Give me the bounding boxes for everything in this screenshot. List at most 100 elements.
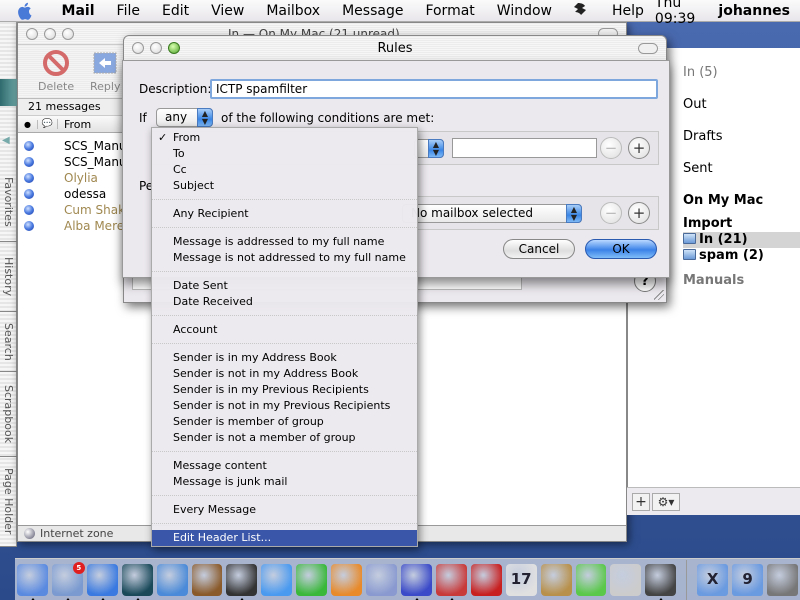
- mailbox-inbox[interactable]: In (5): [683, 65, 718, 80]
- side-tab-history[interactable]: History: [0, 242, 17, 312]
- menu-item[interactable]: ✓ From: [152, 130, 417, 146]
- close-button[interactable]: [26, 27, 38, 40]
- column-replied[interactable]: 💬: [38, 119, 58, 129]
- toolbar-toggle-button[interactable]: [638, 43, 658, 54]
- menu-item-label: Any Recipient: [173, 207, 249, 220]
- dock-ical-icon[interactable]: 17: [505, 563, 537, 596]
- menu-mailbox[interactable]: Mailbox: [255, 3, 331, 19]
- menu-item[interactable]: Message content: [152, 458, 417, 474]
- dock-powerpoint-icon[interactable]: [331, 563, 363, 596]
- ok-button[interactable]: OK: [585, 239, 657, 259]
- dock-bbedit-icon[interactable]: [400, 563, 432, 600]
- delete-button[interactable]: Delete: [38, 49, 74, 93]
- menu-item-label: Date Sent: [173, 279, 228, 292]
- mailbox-drafts[interactable]: Drafts: [683, 129, 723, 144]
- dock-address-book-icon[interactable]: [540, 563, 572, 596]
- mailbox-spam[interactable]: spam (2): [683, 248, 764, 263]
- menu-item[interactable]: Sender is not in my Address Book: [152, 366, 417, 382]
- dock-applications-x-icon[interactable]: X: [697, 563, 729, 596]
- zoom-button[interactable]: [62, 27, 74, 40]
- dock-terminal-icon[interactable]: [226, 563, 258, 600]
- resize-grip-icon[interactable]: [654, 290, 664, 300]
- dock-os9-folder-icon[interactable]: 9: [732, 563, 763, 596]
- menu-item[interactable]: Date Received: [152, 294, 417, 310]
- menu-app-mail[interactable]: Mail: [51, 3, 106, 19]
- add-mailbox-button[interactable]: +: [632, 493, 650, 511]
- menu-item[interactable]: Sender is in my Address Book: [152, 350, 417, 366]
- dock-printer-icon[interactable]: [645, 563, 677, 600]
- menu-message[interactable]: Message: [331, 3, 414, 19]
- menu-clock[interactable]: Thu 09:39: [655, 0, 719, 27]
- mailbox-manuals[interactable]: Manuals: [683, 273, 744, 288]
- menu-item[interactable]: Message is junk mail: [152, 474, 417, 490]
- dock-netscape-icon[interactable]: [121, 563, 153, 600]
- menu-user[interactable]: johannes: [718, 3, 800, 19]
- mailbox-popup[interactable]: No mailbox selected ▲ ▼: [402, 204, 582, 223]
- menu-item[interactable]: Message is not addressed to my full name: [152, 250, 417, 266]
- rules-window-titlebar[interactable]: Rules: [124, 36, 666, 60]
- side-tab-scrapbook[interactable]: Scrapbook: [0, 372, 17, 457]
- column-unread[interactable]: ●: [18, 119, 38, 129]
- dock-excel-icon[interactable]: [296, 563, 328, 596]
- condition-operator-popup[interactable]: ▲ ▼: [414, 139, 444, 158]
- menu-item[interactable]: Sender is member of group: [152, 414, 417, 430]
- dock-safari-icon[interactable]: [156, 563, 188, 596]
- add-condition-button[interactable]: +: [628, 137, 650, 159]
- dock-adobe-reader-icon[interactable]: [470, 563, 502, 596]
- menu-item-label: Sender is not in my Address Book: [173, 367, 359, 380]
- menu-item[interactable]: Subject: [152, 178, 417, 194]
- script-menu-icon[interactable]: [563, 1, 601, 21]
- dock-finder-icon[interactable]: [17, 563, 48, 600]
- remove-condition-button[interactable]: −: [600, 137, 622, 159]
- column-from[interactable]: From: [58, 118, 91, 131]
- condition-value-input[interactable]: [452, 138, 597, 158]
- match-any-popup[interactable]: any ▲ ▼: [156, 108, 213, 127]
- menu-item-label: Account: [173, 323, 218, 336]
- menu-item[interactable]: Account: [152, 322, 417, 338]
- dock-internet-explorer-icon[interactable]: [86, 563, 118, 600]
- add-action-button[interactable]: +: [628, 202, 650, 224]
- dock-word-icon[interactable]: [261, 563, 293, 596]
- message-from: Alba Mere: [64, 219, 125, 233]
- menu-item[interactable]: Every Message: [152, 502, 417, 518]
- mailbox-sent[interactable]: Sent: [683, 161, 713, 176]
- mailbox-import-in[interactable]: In (21): [683, 232, 748, 247]
- menu-format[interactable]: Format: [414, 3, 485, 19]
- dock-itunes-icon[interactable]: [575, 563, 607, 596]
- dock-migration-icon[interactable]: [366, 563, 397, 596]
- remove-action-button[interactable]: −: [600, 202, 622, 224]
- action-menu-button[interactable]: ⚙▾: [652, 493, 680, 511]
- menu-item[interactable]: Sender is not in my Previous Recipients: [152, 398, 417, 414]
- minimize-button[interactable]: [44, 27, 56, 40]
- mailbox-out[interactable]: Out: [683, 97, 707, 112]
- menu-edit[interactable]: Edit: [151, 3, 200, 19]
- menu-file[interactable]: File: [106, 3, 151, 19]
- apple-menu-icon[interactable]: [18, 2, 35, 20]
- menu-item[interactable]: Date Sent: [152, 278, 417, 294]
- side-tab-search[interactable]: Search: [0, 312, 17, 372]
- description-input[interactable]: [210, 79, 658, 99]
- side-tab-page-holder[interactable]: Page Holder: [0, 457, 17, 547]
- reply-button[interactable]: Reply: [90, 49, 120, 93]
- menu-item[interactable]: Edit Header List...: [152, 530, 417, 546]
- side-tab-favorites[interactable]: Favorites: [0, 162, 17, 242]
- menu-view[interactable]: View: [200, 3, 255, 19]
- menu-item[interactable]: Sender is in my Previous Recipients: [152, 382, 417, 398]
- dock-network-sharing-icon[interactable]: [435, 563, 467, 600]
- dock-mail-icon[interactable]: 5: [51, 561, 85, 600]
- menu-item[interactable]: Message is addressed to my full name: [152, 234, 417, 250]
- menu-help[interactable]: Help: [601, 3, 655, 19]
- cancel-button[interactable]: Cancel: [503, 239, 575, 259]
- menu-window[interactable]: Window: [486, 3, 563, 19]
- menu-item[interactable]: Sender is not a member of group: [152, 430, 417, 446]
- dock-system-preferences-icon[interactable]: [610, 563, 642, 596]
- mailbox-section-on-my-mac[interactable]: On My Mac: [683, 193, 763, 208]
- dock-separator: [686, 559, 688, 600]
- dock-x11-icon[interactable]: [191, 563, 223, 596]
- dock-trash-icon[interactable]: [767, 563, 798, 596]
- menu-item[interactable]: To: [152, 146, 417, 162]
- mailbox-import[interactable]: Import: [683, 216, 732, 231]
- menu-item[interactable]: Any Recipient: [152, 206, 417, 222]
- menu-item-label: Sender is in my Address Book: [173, 351, 337, 364]
- menu-item[interactable]: Cc: [152, 162, 417, 178]
